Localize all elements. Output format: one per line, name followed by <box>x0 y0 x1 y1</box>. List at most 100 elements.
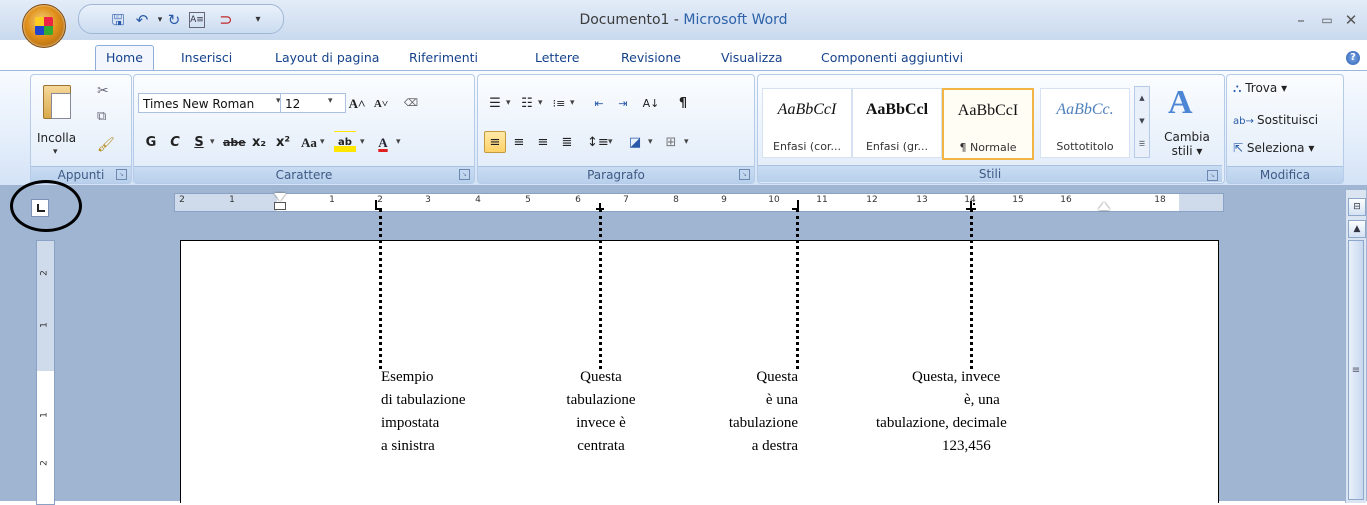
highlight-color-icon[interactable]: ab <box>334 131 356 153</box>
tab-revisione[interactable]: Revisione <box>621 46 681 70</box>
font-color-icon[interactable]: A <box>372 131 394 153</box>
bold-button[interactable]: G <box>140 131 162 153</box>
italic-button[interactable]: C <box>164 131 186 153</box>
copy-icon[interactable]: ⧉ <box>97 109 106 124</box>
col1-line2[interactable]: di tabulazione <box>381 391 466 410</box>
shading-dropdown-icon[interactable]: ▾ <box>648 137 653 147</box>
tab-componenti-aggiuntivi[interactable]: Componenti aggiuntivi <box>821 46 963 70</box>
select-button[interactable]: ⇱ Seleziona ▾ <box>1233 141 1314 155</box>
right-indent-marker[interactable] <box>1098 202 1110 210</box>
tab-visualizza[interactable]: Visualizza <box>721 46 783 70</box>
grow-font-icon[interactable]: A˄ <box>346 92 368 114</box>
underline-dropdown-icon[interactable]: ▾ <box>210 137 215 147</box>
multilevel-dropdown-icon[interactable]: ▾ <box>570 98 575 108</box>
ruler-number: 4 <box>475 195 481 205</box>
tab-layout-di-pagina[interactable]: Layout di pagina <box>275 46 379 70</box>
sort-icon[interactable]: A↓ <box>640 92 662 114</box>
col1-line4[interactable]: a sinistra <box>381 437 435 456</box>
tab-lettere[interactable]: Lettere <box>535 46 579 70</box>
font-size-dropdown-icon[interactable]: ▾ <box>328 96 333 106</box>
font-color-dropdown-icon[interactable]: ▾ <box>396 137 401 147</box>
format-painter-icon[interactable]: 🖌 <box>97 137 115 153</box>
col4-line4[interactable]: 123,456 <box>872 437 1072 456</box>
highlight-dropdown-icon[interactable]: ▾ <box>360 137 365 147</box>
strikethrough-button[interactable]: abe <box>222 131 246 153</box>
restore-icon[interactable]: ▭ <box>1316 12 1338 28</box>
tab-guide-decimal <box>970 209 973 369</box>
col3-line4[interactable]: a destra <box>638 437 798 456</box>
scroll-thumb[interactable]: ≡ <box>1348 240 1364 500</box>
align-left-icon[interactable]: ≡ <box>484 131 506 153</box>
col1-line3[interactable]: impostata <box>381 414 439 433</box>
col3-line1[interactable]: Questa <box>638 368 798 387</box>
styles-more-icon[interactable]: ☰ <box>1135 133 1149 156</box>
paste-icon[interactable] <box>39 81 73 121</box>
tab-guide-right <box>796 209 799 369</box>
close-icon[interactable]: ✕ <box>1340 12 1362 28</box>
bullets-dropdown-icon[interactable]: ▾ <box>506 98 511 108</box>
underline-button[interactable]: S <box>188 131 210 153</box>
styles-launcher-icon[interactable]: ↘ <box>1207 170 1218 181</box>
change-case-dropdown-icon[interactable]: ▾ <box>320 137 325 147</box>
office-button[interactable] <box>22 4 66 48</box>
justify-icon[interactable]: ≣ <box>556 131 578 153</box>
shrink-font-icon[interactable]: A˅ <box>370 92 392 114</box>
align-center-icon[interactable]: ≡ <box>508 131 530 153</box>
style-tile-emphasis-italic[interactable]: AaBbCcI Enfasi (cor... <box>762 88 852 158</box>
change-case-button[interactable]: Aa <box>298 131 320 153</box>
align-right-icon[interactable]: ≡ <box>532 131 554 153</box>
col3-line2[interactable]: è una <box>638 391 798 410</box>
styles-down-icon[interactable]: ▼ <box>1135 110 1149 133</box>
view-ruler-icon[interactable]: ⊟ <box>1348 198 1366 216</box>
numbering-dropdown-icon[interactable]: ▾ <box>538 98 543 108</box>
font-family-select[interactable]: Times New Roman <box>138 93 288 113</box>
scroll-up-icon[interactable]: ▲ <box>1348 220 1366 238</box>
ruler-number: 15 <box>1012 195 1024 205</box>
superscript-button[interactable]: x² <box>272 131 294 153</box>
styles-up-icon[interactable]: ▲ <box>1135 87 1149 110</box>
replace-button[interactable]: ab→ Sostituisci <box>1233 113 1318 127</box>
shading-icon[interactable]: ◪ <box>624 131 646 153</box>
first-line-indent-marker[interactable] <box>274 193 286 201</box>
tab-riferimenti[interactable]: Riferimenti <box>409 46 478 70</box>
multilevel-list-icon[interactable]: ⁝≡ <box>548 92 570 114</box>
style-tile-subtitle[interactable]: AaBbCc. Sottotitolo <box>1040 88 1130 158</box>
clear-format-icon[interactable]: ⌫ <box>400 92 422 114</box>
numbering-icon[interactable]: ☷ <box>516 92 538 114</box>
find-button[interactable]: ⛬ Trova ▾ <box>1233 81 1287 96</box>
tab-home[interactable]: Home <box>95 45 154 70</box>
bullets-icon[interactable]: ☰ <box>484 92 506 114</box>
change-styles-icon[interactable]: A <box>1168 84 1193 122</box>
borders-icon[interactable]: ⊞ <box>660 131 682 153</box>
styles-scroller[interactable]: ▲ ▼ ☰ <box>1134 86 1150 158</box>
cut-icon[interactable]: ✂ <box>97 83 109 99</box>
font-size-select[interactable]: 12 <box>280 93 346 113</box>
borders-dropdown-icon[interactable]: ▾ <box>684 137 689 147</box>
col4-line2[interactable]: è, una <box>872 391 1072 410</box>
minimize-icon[interactable]: – <box>1290 12 1312 28</box>
subscript-button[interactable]: x₂ <box>248 131 270 153</box>
change-styles-button[interactable]: Cambia stili ▾ <box>1162 130 1212 158</box>
col4-line3[interactable]: tabulazione, decimale <box>872 414 1072 433</box>
font-launcher-icon[interactable]: ↘ <box>459 169 470 180</box>
increase-indent-icon[interactable]: ⇥ <box>612 92 634 114</box>
line-spacing-icon[interactable]: ↕≡ <box>586 131 609 153</box>
style-tile-emphasis-bold[interactable]: AaBbCcl Enfasi (gr... <box>852 88 942 158</box>
show-marks-icon[interactable]: ¶ <box>672 92 694 114</box>
tab-inserisci[interactable]: Inserisci <box>181 46 232 70</box>
decrease-indent-icon[interactable]: ⇤ <box>588 92 610 114</box>
paste-button[interactable]: Incolla <box>37 131 76 145</box>
clipboard-launcher-icon[interactable]: ↘ <box>116 169 127 180</box>
help-icon[interactable]: ? <box>1346 51 1360 65</box>
col4-line1[interactable]: Questa, invece <box>872 368 1072 387</box>
paragraph-launcher-icon[interactable]: ↘ <box>739 169 750 180</box>
col3-line3[interactable]: tabulazione <box>638 414 798 433</box>
style-tile-normal[interactable]: AaBbCcI ¶ Normale <box>942 88 1034 160</box>
ruler-number: 11 <box>816 195 828 205</box>
vruler-number: 1 <box>39 412 50 418</box>
left-indent-marker[interactable] <box>274 202 286 210</box>
line-spacing-dropdown-icon[interactable]: ▾ <box>608 137 613 147</box>
col1-line1[interactable]: Esempio <box>381 368 434 387</box>
paste-dropdown-icon[interactable]: ▾ <box>53 147 58 157</box>
ruler-number: 10 <box>768 195 780 205</box>
